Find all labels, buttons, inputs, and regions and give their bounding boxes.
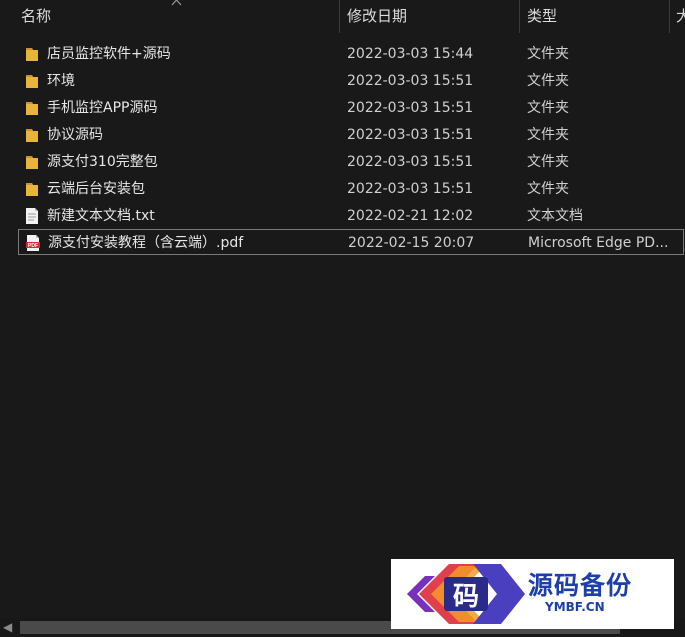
text-file-icon	[26, 208, 38, 224]
folder-icon	[26, 129, 38, 142]
folder-icon	[26, 156, 38, 169]
file-name: 源支付310完整包	[47, 154, 158, 170]
file-type: 文件夹	[527, 154, 569, 170]
column-header-date[interactable]: 修改日期	[347, 0, 407, 33]
sort-ascending-icon	[171, 0, 182, 6]
column-header-size[interactable]: 大	[676, 0, 685, 33]
file-row[interactable]: 店员监控软件+源码 2022-03-03 15:44 文件夹	[18, 41, 684, 67]
file-type: 文件夹	[527, 181, 569, 197]
watermark-logo: 码 源码备份 YMBF.CN	[391, 559, 674, 629]
file-date: 2022-02-15 20:07	[348, 235, 475, 251]
file-row[interactable]: 新建文本文档.txt 2022-02-21 12:02 文本文档	[18, 203, 684, 229]
folder-icon	[26, 183, 38, 196]
file-type: 文件夹	[527, 46, 569, 62]
column-divider[interactable]	[339, 0, 340, 33]
file-name: 协议源码	[47, 127, 103, 143]
watermark-emblem-icon: 码	[407, 564, 525, 624]
file-name: 云端后台安装包	[47, 181, 145, 197]
file-type: 文件夹	[527, 127, 569, 143]
file-date: 2022-03-03 15:51	[347, 181, 474, 197]
folder-icon	[26, 75, 38, 88]
file-date: 2022-03-03 15:51	[347, 73, 474, 89]
file-name: 源支付安装教程（含云端）.pdf	[48, 235, 244, 251]
folder-icon	[26, 102, 38, 115]
watermark-url: YMBF.CN	[545, 600, 605, 614]
column-header-type[interactable]: 类型	[527, 0, 557, 33]
column-header-name[interactable]: 名称	[21, 0, 51, 33]
column-header-bar: 名称 修改日期 类型 大	[0, 0, 685, 33]
file-row[interactable]: 环境 2022-03-03 15:51 文件夹	[18, 68, 684, 94]
watermark-title: 源码备份	[528, 571, 633, 600]
file-type: 文件夹	[527, 73, 569, 89]
file-name: 手机监控APP源码	[47, 100, 158, 116]
file-row[interactable]: 源支付310完整包 2022-03-03 15:51 文件夹	[18, 149, 684, 175]
svg-text:PDF: PDF	[28, 243, 38, 249]
file-type: 文件夹	[527, 100, 569, 116]
file-date: 2022-03-03 15:44	[347, 46, 474, 62]
file-type: 文本文档	[527, 208, 583, 224]
file-date: 2022-02-21 12:02	[347, 208, 474, 224]
file-type: Microsoft Edge PD...	[528, 235, 669, 251]
folder-icon	[26, 48, 38, 61]
file-row[interactable]: 云端后台安装包 2022-03-03 15:51 文件夹	[18, 176, 684, 202]
column-divider[interactable]	[669, 0, 670, 33]
file-name: 店员监控软件+源码	[47, 46, 171, 62]
file-date: 2022-03-03 15:51	[347, 127, 474, 143]
file-row-selected[interactable]: PDF 源支付安装教程（含云端）.pdf 2022-02-15 20:07 Mi…	[18, 229, 684, 255]
file-name: 新建文本文档.txt	[47, 208, 155, 224]
file-date: 2022-03-03 15:51	[347, 154, 474, 170]
file-date: 2022-03-03 15:51	[347, 100, 474, 116]
file-name: 环境	[47, 73, 75, 89]
file-row[interactable]: 协议源码 2022-03-03 15:51 文件夹	[18, 122, 684, 148]
column-divider[interactable]	[519, 0, 520, 33]
file-row[interactable]: 手机监控APP源码 2022-03-03 15:51 文件夹	[18, 95, 684, 121]
pdf-file-icon: PDF	[26, 235, 40, 251]
scroll-left-arrow-icon[interactable]: ◀	[3, 620, 12, 634]
watermark-logo-char: 码	[453, 582, 479, 612]
